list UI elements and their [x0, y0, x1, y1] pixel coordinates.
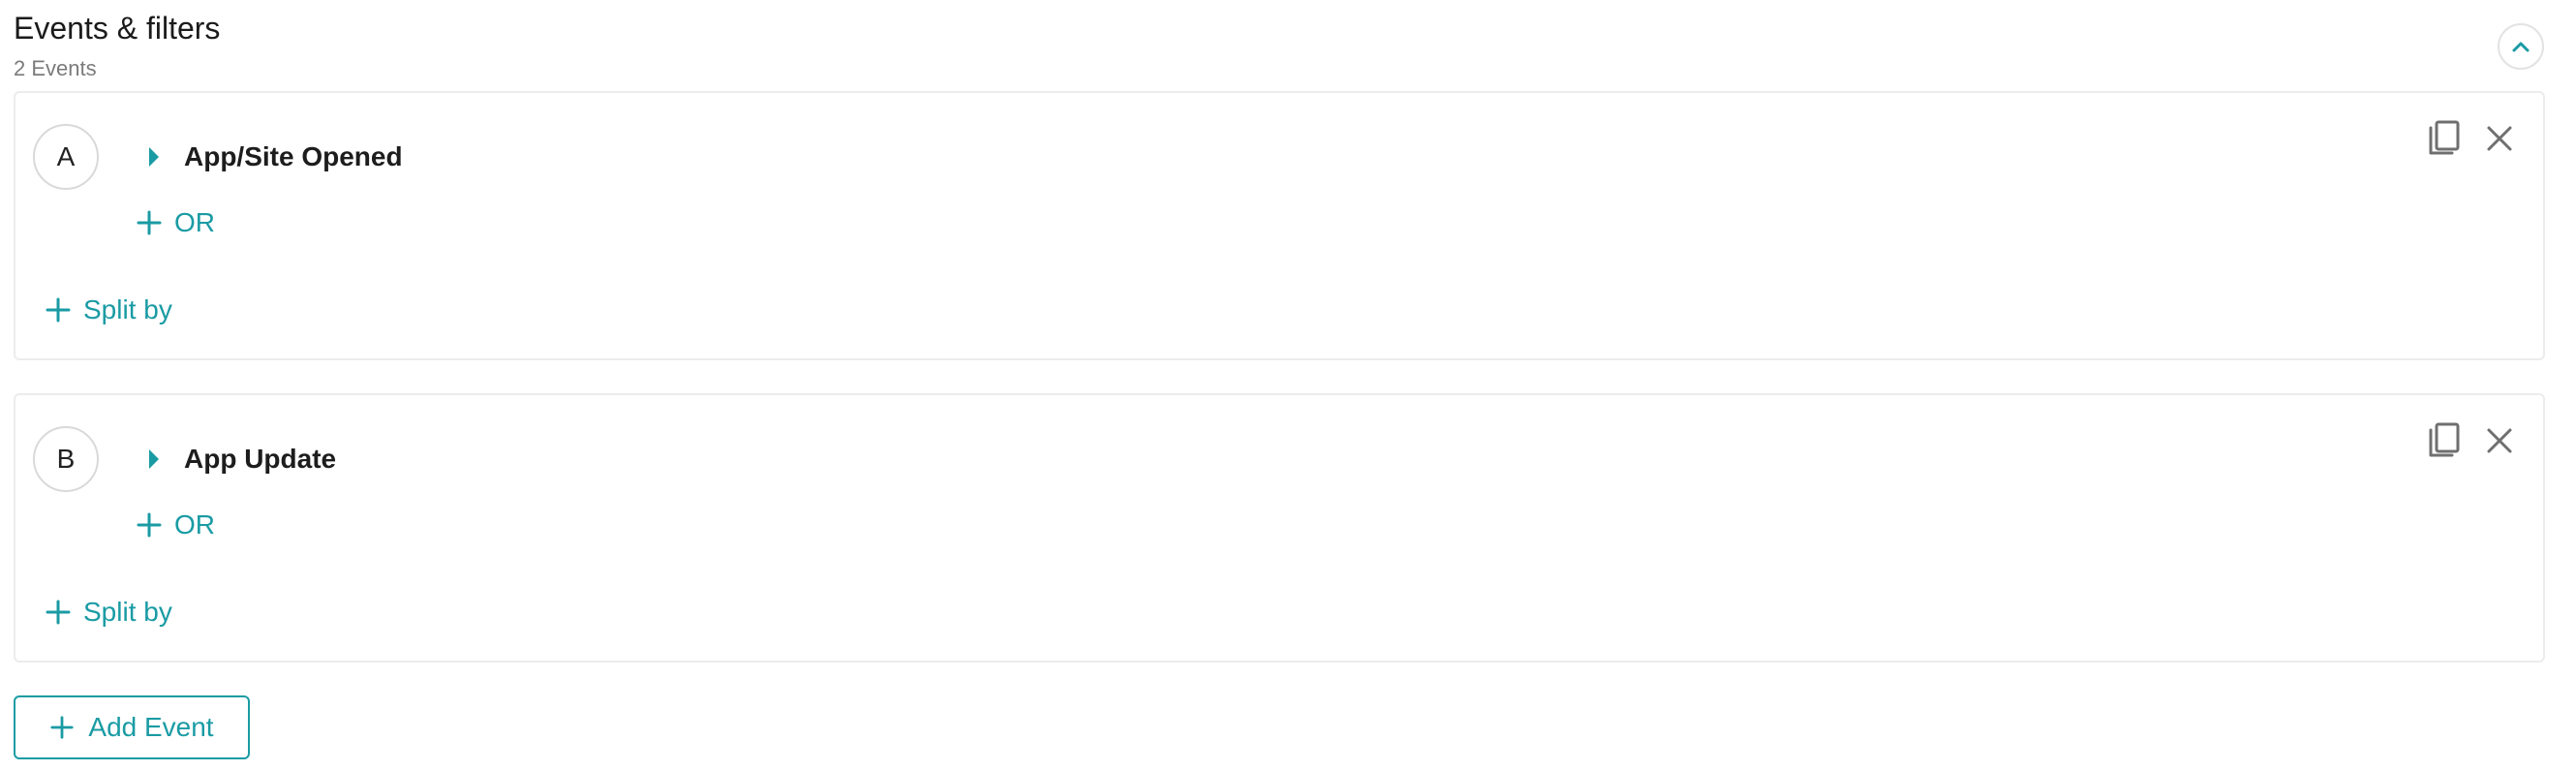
split-by-label: Split by [83, 597, 172, 627]
add-or-button[interactable]: OR [136, 207, 215, 238]
plus-icon [46, 297, 71, 323]
event-letter-badge: B [33, 426, 99, 492]
events-count: 2 Events [14, 56, 97, 80]
plus-icon [50, 716, 74, 739]
events-filters-panel: Events & filters 2 Events A App/Site Ope… [0, 0, 2576, 771]
event-letter-badge: A [33, 124, 99, 190]
copy-icon[interactable] [2425, 118, 2464, 159]
close-icon[interactable] [2483, 122, 2516, 155]
event-card-a: A App/Site Opened OR Split by [14, 91, 2545, 360]
split-by-label: Split by [83, 294, 172, 324]
add-event-button[interactable]: Add Event [14, 695, 250, 759]
add-or-button[interactable]: OR [136, 509, 215, 540]
or-label: OR [174, 207, 215, 237]
caret-right-icon[interactable] [145, 145, 163, 169]
event-name[interactable]: App/Site Opened [184, 141, 403, 172]
plus-icon [46, 600, 71, 625]
panel-title: Events & filters [14, 11, 221, 46]
add-event-label: Add Event [88, 712, 214, 742]
plus-icon [137, 512, 162, 538]
split-by-button[interactable]: Split by [45, 597, 172, 628]
event-card-b: B App Update OR Split by [14, 393, 2545, 663]
event-name[interactable]: App Update [184, 444, 336, 475]
copy-icon[interactable] [2425, 420, 2464, 461]
panel-header: Events & filters 2 Events [14, 8, 220, 81]
caret-right-icon[interactable] [145, 447, 163, 471]
split-by-button[interactable]: Split by [45, 294, 172, 325]
collapse-button[interactable] [2498, 23, 2544, 70]
plus-icon [137, 210, 162, 235]
chevron-up-icon [2512, 42, 2530, 52]
close-icon[interactable] [2483, 424, 2516, 457]
or-label: OR [174, 509, 215, 540]
